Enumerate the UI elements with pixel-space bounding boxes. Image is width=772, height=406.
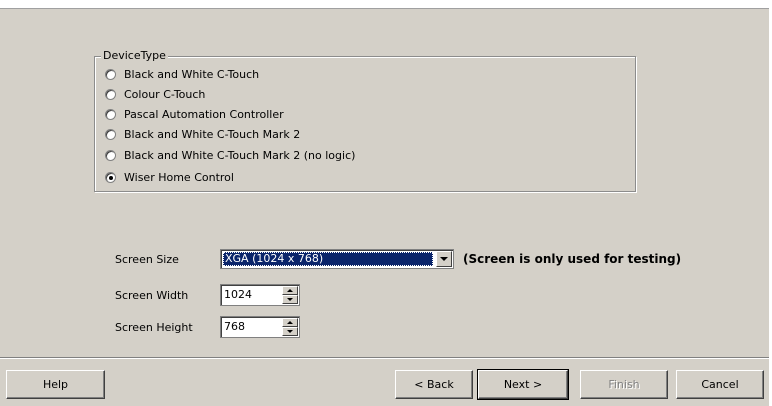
header-divider xyxy=(0,8,772,9)
radio-label: Wiser Home Control xyxy=(124,170,234,184)
radio-button-selected[interactable] xyxy=(105,171,116,183)
cancel-button[interactable]: Cancel xyxy=(676,370,764,399)
radio-label: Pascal Automation Controller xyxy=(124,107,284,121)
screen-size-value: XGA (1024 x 768) xyxy=(223,252,433,266)
radio-label: Black and White C-Touch Mark 2 xyxy=(124,127,301,141)
button-bar-separator xyxy=(0,357,769,359)
spin-up-button[interactable] xyxy=(282,286,298,295)
arrow-up-icon xyxy=(287,321,293,324)
finish-button-label: Finish xyxy=(608,378,640,391)
arrow-up-icon xyxy=(287,289,293,292)
spin-buttons xyxy=(282,286,298,304)
chevron-down-icon xyxy=(440,257,448,261)
next-button[interactable]: Next > xyxy=(477,369,569,400)
arrow-down-icon xyxy=(287,298,293,301)
radio-button[interactable] xyxy=(105,149,116,161)
radio-option-bw-ctouch-mark2[interactable]: Black and White C-Touch Mark 2 xyxy=(105,124,300,144)
arrow-down-icon xyxy=(287,330,293,333)
radio-button[interactable] xyxy=(105,68,116,80)
screen-height-value[interactable]: 768 xyxy=(224,320,245,334)
back-button[interactable]: < Back xyxy=(395,370,473,399)
screen-height-label: Screen Height xyxy=(115,321,193,334)
help-button-label: Help xyxy=(42,378,69,391)
radio-option-colour-ctouch[interactable]: Colour C-Touch xyxy=(105,84,205,104)
back-button-label: < Back xyxy=(414,378,454,391)
radio-option-wiser[interactable]: Wiser Home Control xyxy=(105,167,234,187)
screen-size-label: Screen Size xyxy=(115,253,179,266)
spin-buttons xyxy=(282,318,298,336)
finish-button[interactable]: Finish xyxy=(580,370,668,399)
next-button-label: Next > xyxy=(503,378,543,391)
radio-button[interactable] xyxy=(105,88,116,100)
radio-label: Black and White C-Touch Mark 2 (no logic… xyxy=(124,148,356,162)
dropdown-button[interactable] xyxy=(436,251,452,267)
radio-button[interactable] xyxy=(105,108,116,120)
cancel-button-label: Cancel xyxy=(701,378,739,391)
screen-width-spinner[interactable]: 1024 xyxy=(220,284,300,306)
spin-down-button[interactable] xyxy=(282,295,298,304)
screen-size-dropdown[interactable]: XGA (1024 x 768) xyxy=(220,249,454,269)
radio-label: Colour C-Touch xyxy=(124,87,206,101)
screen-height-spinner[interactable]: 768 xyxy=(220,316,300,338)
spin-down-button[interactable] xyxy=(282,327,298,336)
screen-width-value[interactable]: 1024 xyxy=(224,288,252,302)
spin-up-button[interactable] xyxy=(282,318,298,327)
radio-option-bw-ctouch-mark2-nologic[interactable]: Black and White C-Touch Mark 2 (no logic… xyxy=(105,145,355,165)
radio-button[interactable] xyxy=(105,128,116,140)
screen-width-label: Screen Width xyxy=(115,289,189,302)
screen-testing-note: (Screen is only used for testing) xyxy=(463,252,682,266)
wizard-dialog: DeviceType Black and White C-Touch Colou… xyxy=(0,0,772,406)
radio-label: Black and White C-Touch xyxy=(124,67,260,81)
help-button[interactable]: Help xyxy=(6,370,105,399)
dialog-header-strip xyxy=(0,0,772,8)
radio-option-bw-ctouch[interactable]: Black and White C-Touch xyxy=(105,64,259,84)
device-type-legend: DeviceType xyxy=(101,49,168,63)
radio-option-pascal[interactable]: Pascal Automation Controller xyxy=(105,104,284,124)
